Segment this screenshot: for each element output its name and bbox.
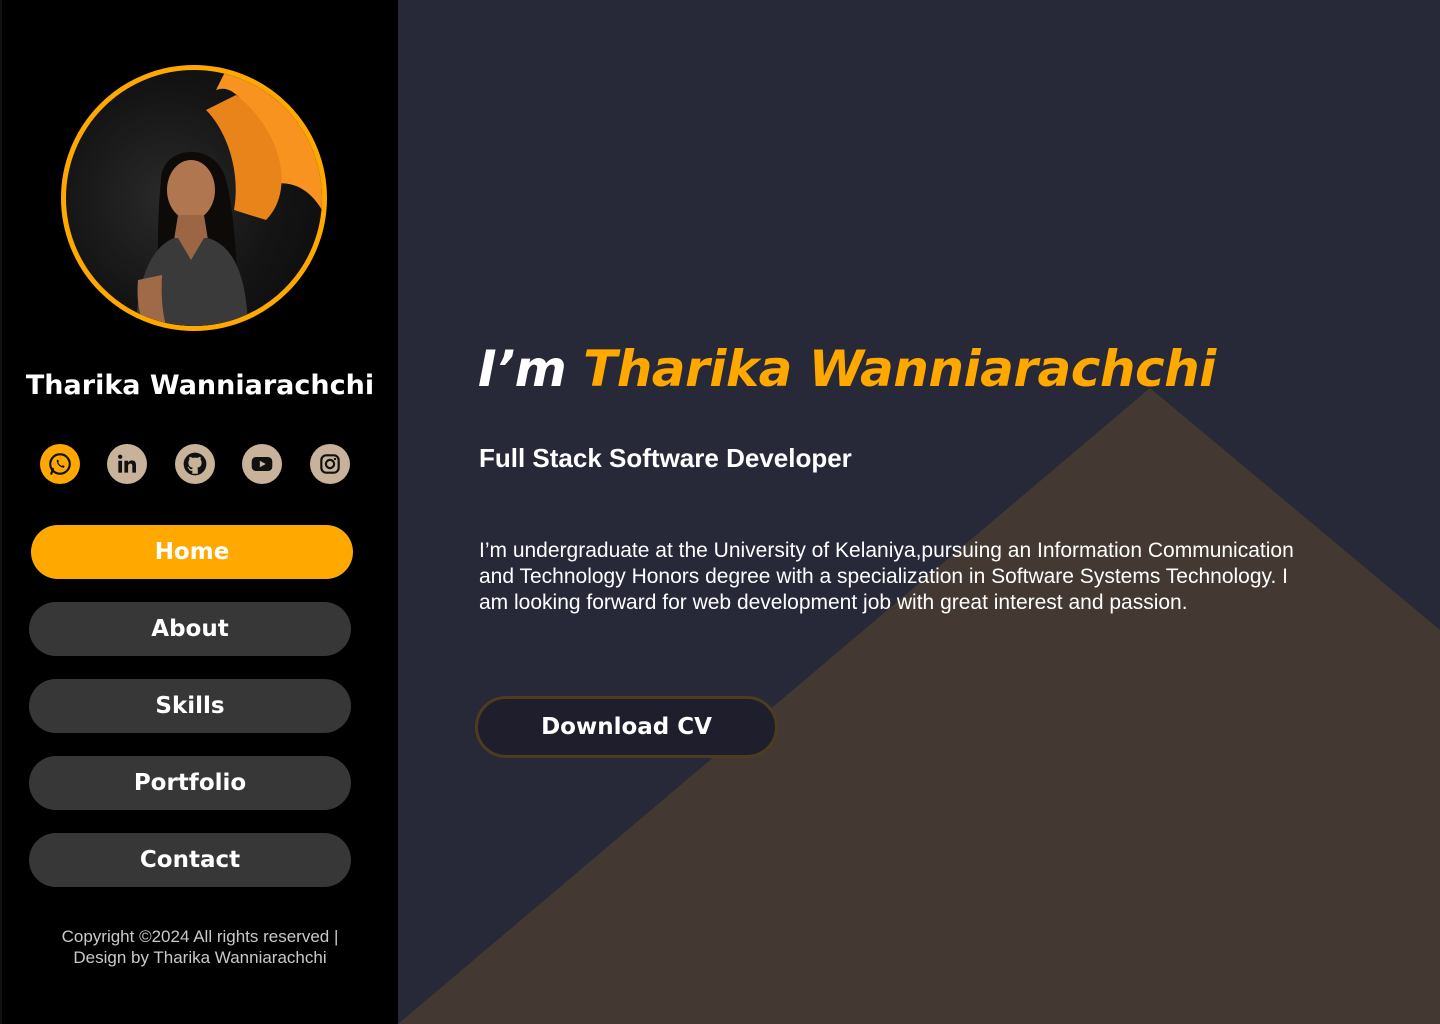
hero-bio: I’m undergraduate at the University of K… <box>479 538 1389 616</box>
github-icon <box>183 452 207 476</box>
nav-about-button[interactable]: About <box>29 602 351 656</box>
bio-line: am looking forward for web development j… <box>479 591 1188 614</box>
github-link[interactable] <box>175 444 215 484</box>
download-cv-button[interactable]: Download CV <box>475 696 778 758</box>
bio-line: and Technology Honors degree with a spec… <box>479 565 1288 588</box>
social-links <box>40 444 360 484</box>
design-credit: Design by Tharika Wanniarachchi <box>73 948 327 967</box>
bio-line: I’m undergraduate at the University of K… <box>479 539 1294 562</box>
nav-skills-button[interactable]: Skills <box>29 679 351 733</box>
whatsapp-icon <box>49 453 71 475</box>
hero-section: I’m Tharika Wanniarachchi Full Stack Sof… <box>398 0 1440 1024</box>
nav-contact-button[interactable]: Contact <box>29 833 351 887</box>
copyright: Copyright ©2024 All rights reserved | De… <box>2 926 398 968</box>
whatsapp-link[interactable] <box>40 444 80 484</box>
hero-prefix: I’m <box>478 340 584 398</box>
avatar <box>61 65 327 331</box>
copyright-line: Copyright ©2024 All rights reserved | <box>61 927 339 946</box>
profile-photo <box>136 70 322 326</box>
sidebar: Tharika Wanniarachchi Home About Skills … <box>2 0 398 1024</box>
hero-name: Tharika Wanniarachchi <box>583 340 1216 398</box>
linkedin-link[interactable] <box>107 444 147 484</box>
profile-name: Tharika Wanniarachchi <box>25 370 375 401</box>
instagram-link[interactable] <box>310 444 350 484</box>
hero-role: Full Stack Software Developer <box>479 443 852 473</box>
hero-title: I’m Tharika Wanniarachchi <box>478 340 1216 398</box>
nav-portfolio-button[interactable]: Portfolio <box>29 756 351 810</box>
instagram-icon <box>320 454 340 474</box>
nav-home-button[interactable]: Home <box>31 525 353 579</box>
background-triangle <box>398 388 1440 1024</box>
youtube-link[interactable] <box>242 444 282 484</box>
youtube-icon <box>251 456 273 472</box>
linkedin-icon <box>118 454 136 473</box>
